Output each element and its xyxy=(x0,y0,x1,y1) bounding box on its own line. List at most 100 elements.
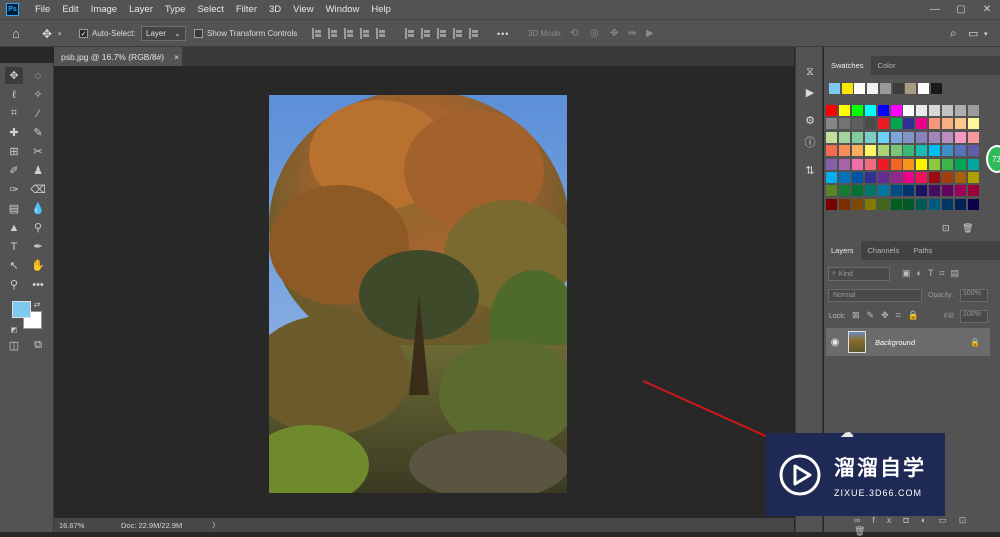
recent-swatch[interactable] xyxy=(892,83,904,94)
color-swatch[interactable] xyxy=(877,198,889,210)
color-swatch[interactable] xyxy=(967,145,979,157)
3d-pan-icon[interactable]: ✥ xyxy=(610,28,622,39)
color-swatch[interactable] xyxy=(890,105,902,116)
default-colors-icon[interactable]: ◩ xyxy=(9,321,19,338)
color-swatch[interactable] xyxy=(916,118,928,130)
auto-select-option[interactable]: ✓ Auto-Select: xyxy=(79,20,136,47)
color-swatch[interactable] xyxy=(838,185,850,197)
color-swatch[interactable] xyxy=(877,131,889,143)
adjustments-panel-icon[interactable]: ⇅ xyxy=(803,163,817,177)
recent-swatch[interactable] xyxy=(841,83,853,94)
recent-swatch[interactable] xyxy=(829,83,840,94)
eye-icon[interactable]: ◉ xyxy=(826,337,844,348)
menu-filter[interactable]: Filter xyxy=(230,4,263,15)
color-swatch[interactable] xyxy=(955,118,966,130)
color-swatch[interactable] xyxy=(967,131,979,143)
color-swatch[interactable] xyxy=(826,105,837,116)
align-middle-icon[interactable] xyxy=(376,28,386,39)
color-swatch[interactable] xyxy=(838,118,850,130)
color-swatch[interactable] xyxy=(838,198,850,210)
color-swatch[interactable] xyxy=(890,158,902,170)
color-swatch[interactable] xyxy=(942,185,954,197)
color-swatch[interactable] xyxy=(916,105,928,116)
lasso-tool-icon[interactable]: ℓ xyxy=(5,86,23,103)
close-tab-icon[interactable]: × xyxy=(174,52,179,62)
color-swatch[interactable] xyxy=(955,131,966,143)
color-swatch[interactable] xyxy=(955,158,966,170)
color-swatch[interactable] xyxy=(955,198,966,210)
color-swatch[interactable] xyxy=(903,185,915,197)
clone-stamp-tool-icon[interactable]: ⊞ xyxy=(5,143,23,160)
color-swatch[interactable] xyxy=(826,198,837,210)
eyedropper-tool-icon[interactable]: ⁄ xyxy=(29,105,47,122)
menu-type[interactable]: Type xyxy=(159,4,192,15)
info-panel-icon[interactable]: ⓘ xyxy=(803,135,817,149)
auto-select-dropdown[interactable]: Layer ⌄ xyxy=(141,26,186,41)
color-swatch[interactable] xyxy=(877,172,889,183)
color-swatch[interactable] xyxy=(903,198,915,210)
color-swatch[interactable] xyxy=(903,145,915,157)
color-swatch[interactable] xyxy=(838,105,850,116)
new-swatch-icon[interactable]: ⊡ xyxy=(942,223,950,234)
path-selection-tool-icon[interactable]: ↖ xyxy=(5,257,23,274)
pencil-tool-icon[interactable]: ✐ xyxy=(5,162,23,179)
properties-panel-icon[interactable]: ⚙ xyxy=(803,113,817,127)
distribute-middle-icon[interactable] xyxy=(421,28,431,39)
tab-color[interactable]: Color xyxy=(871,56,903,75)
color-swatch[interactable] xyxy=(877,145,889,157)
home-icon[interactable]: ⌂ xyxy=(12,20,20,47)
color-swatch[interactable] xyxy=(967,198,979,210)
menu-view[interactable]: View xyxy=(287,4,319,15)
color-swatch[interactable] xyxy=(929,105,941,116)
color-swatch[interactable] xyxy=(942,131,954,143)
color-swatch[interactable] xyxy=(826,118,837,130)
stamp-tool-icon[interactable]: ♟ xyxy=(29,162,47,179)
color-swatch[interactable] xyxy=(851,105,863,116)
spot-healing-tool-icon[interactable]: ✚ xyxy=(5,124,23,141)
color-swatch[interactable] xyxy=(851,172,863,183)
distribute-left-icon[interactable] xyxy=(453,28,463,39)
color-swatch[interactable] xyxy=(864,158,876,170)
layer-filter-icons[interactable]: ▣◐T⌗▤ xyxy=(902,268,965,279)
crop-tool-icon[interactable]: ⌗ xyxy=(5,105,23,122)
color-swatch[interactable] xyxy=(942,198,954,210)
align-center-icon[interactable] xyxy=(328,28,338,39)
show-transform-option[interactable]: Show Transform Controls xyxy=(194,20,297,47)
close-window-button[interactable]: ✕ xyxy=(974,0,1000,19)
color-swatch[interactable] xyxy=(877,185,889,197)
color-swatch[interactable] xyxy=(851,198,863,210)
3d-roll-icon[interactable]: ◎ xyxy=(590,28,602,39)
recent-swatch[interactable] xyxy=(867,83,879,94)
canvas-area[interactable] xyxy=(54,66,794,518)
distribute-right-icon[interactable] xyxy=(469,28,479,39)
color-swatch[interactable] xyxy=(864,145,876,157)
color-swatch[interactable] xyxy=(903,118,915,130)
tool-preset-chevron-icon[interactable]: ▾ xyxy=(58,20,62,47)
color-swatch[interactable] xyxy=(929,158,941,170)
color-swatch[interactable] xyxy=(890,198,902,210)
menu-file[interactable]: File xyxy=(29,4,56,15)
menu-edit[interactable]: Edit xyxy=(56,4,84,15)
actions-panel-icon[interactable]: ▶ xyxy=(803,85,817,99)
pen-tool-icon[interactable]: ✒ xyxy=(29,238,47,255)
art-history-brush-icon[interactable]: ✑ xyxy=(5,181,23,198)
maximize-button[interactable]: ▢ xyxy=(948,0,974,19)
recent-swatch[interactable] xyxy=(917,83,929,94)
tab-swatches[interactable]: Swatches xyxy=(824,56,871,75)
move-tool-icon[interactable]: ✥ xyxy=(5,67,23,84)
foreground-color-swatch[interactable] xyxy=(12,301,31,318)
type-tool-icon[interactable]: T xyxy=(5,238,23,255)
color-swatch[interactable] xyxy=(877,118,889,130)
color-swatch[interactable] xyxy=(903,172,915,183)
menu-select[interactable]: Select xyxy=(191,4,229,15)
menu-3d[interactable]: 3D xyxy=(263,4,287,15)
show-transform-checkbox[interactable] xyxy=(194,29,203,38)
color-swatch[interactable] xyxy=(967,158,979,170)
color-swatch[interactable] xyxy=(929,118,941,130)
recent-swatch[interactable] xyxy=(854,83,866,94)
color-swatch[interactable] xyxy=(942,105,954,116)
zoom-level[interactable]: 16.67% xyxy=(59,521,117,530)
color-swatch[interactable] xyxy=(903,131,915,143)
align-right-icon[interactable] xyxy=(344,28,354,39)
color-swatch[interactable] xyxy=(967,172,979,183)
